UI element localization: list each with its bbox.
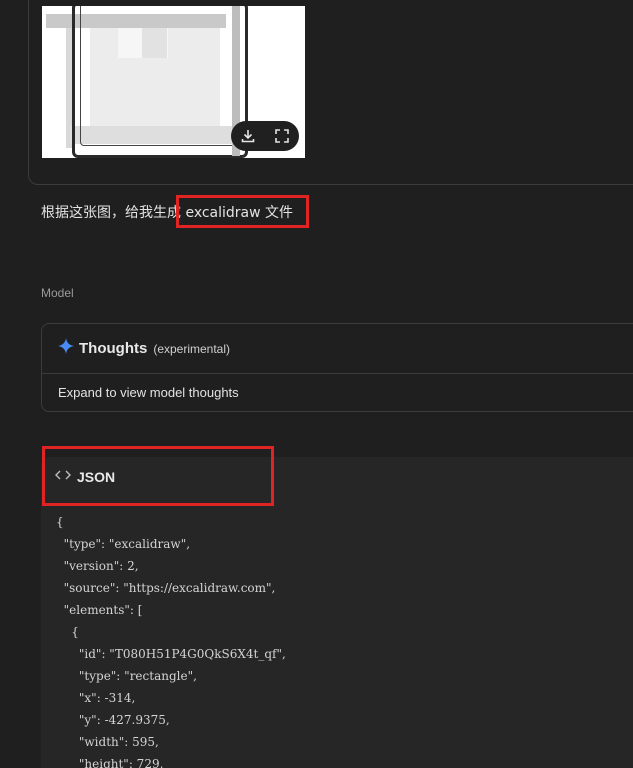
code-line: "source": "https://excalidraw.com", [56,581,276,595]
code-line: { [56,515,64,529]
code-line: "height": 729, [56,757,164,768]
code-line: "version": 2, [56,559,139,573]
code-line: { [56,625,79,639]
expand-thoughts-link[interactable]: Expand to view model thoughts [42,374,633,400]
code-line: "id": "T080H51P4G0QkS6X4t_qf", [56,647,286,661]
code-content: { "type": "excalidraw", "version": 2, "s… [56,511,286,768]
code-line: "y": -427.9375, [56,713,170,727]
code-line: "x": -314, [56,691,136,705]
image-actions [231,121,299,151]
model-label: Model [41,286,74,300]
thoughts-header[interactable]: Thoughts (experimental) [42,324,633,374]
fullscreen-icon[interactable] [273,127,291,145]
code-line: "elements": [ [56,603,143,617]
code-line: "type": "excalidraw", [56,537,191,551]
highlight-box-json [42,446,274,506]
thoughts-panel[interactable]: Thoughts (experimental) Expand to view m… [41,323,633,412]
code-line: "width": 595, [56,735,159,749]
chat-page: 根据这张图，给我生成 excalidraw 文件 Model Thoughts … [0,0,633,768]
code-line: "type": "rectangle", [56,669,197,683]
thoughts-title: Thoughts [79,340,148,357]
download-icon[interactable] [239,127,257,145]
thoughts-subtitle: (experimental) [153,341,231,356]
highlight-box-prompt [176,195,309,228]
sparkle-icon [58,338,74,359]
